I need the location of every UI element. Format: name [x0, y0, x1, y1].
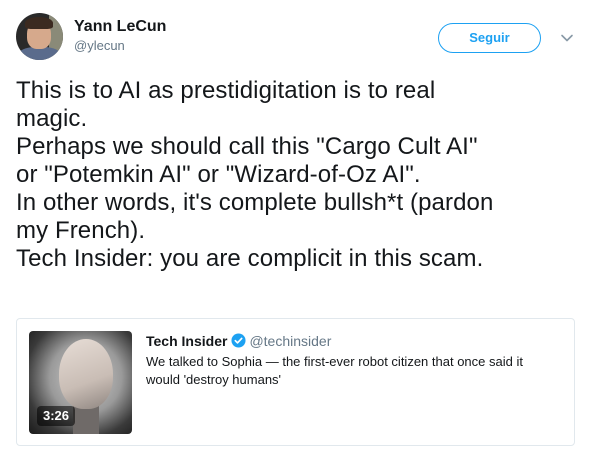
- quoted-author-name[interactable]: Tech Insider: [146, 333, 227, 349]
- quoted-text-line: We talked to Sophia — the first-ever rob…: [146, 354, 523, 369]
- thumbnail-robot-head: [59, 339, 113, 409]
- author-name[interactable]: Yann LeCun: [74, 17, 166, 37]
- quoted-author-handle[interactable]: @techinsider: [249, 333, 331, 349]
- tweet-text-line: In other words, it's complete bullsh*t (…: [16, 189, 494, 216]
- chevron-down-icon[interactable]: [559, 30, 575, 46]
- avatar-hair: [25, 17, 53, 29]
- tweet-text-line: Tech Insider: you are complicit in this …: [16, 245, 484, 272]
- tweet-text-line: This is to AI as prestidigitation is to …: [16, 77, 436, 104]
- tweet-card: Yann LeCun @ylecun Seguir This is to AI …: [0, 0, 606, 451]
- quoted-tweet-text: We talked to Sophia — the first-ever rob…: [146, 353, 566, 389]
- tweet-text-line: my French).: [16, 217, 146, 244]
- tweet-text-line: or "Potemkin AI" or "Wizard-of-Oz AI".: [16, 161, 421, 188]
- avatar[interactable]: [16, 13, 63, 60]
- follow-button[interactable]: Seguir: [438, 23, 541, 53]
- quoted-tweet[interactable]: 3:26 Tech Insider @techinsider We talked…: [16, 318, 575, 446]
- verified-badge-icon: [231, 333, 246, 348]
- quoted-text-line: would 'destroy humans': [146, 372, 282, 387]
- tweet-text-line: Perhaps we should call this "Cargo Cult …: [16, 133, 478, 160]
- tweet-text-line: magic.: [16, 105, 88, 132]
- author-handle[interactable]: @ylecun: [74, 38, 125, 54]
- tweet-text: This is to AI as prestidigitation is to …: [16, 77, 588, 273]
- quoted-tweet-header: Tech Insider @techinsider: [146, 332, 331, 350]
- video-thumbnail[interactable]: 3:26: [29, 331, 132, 434]
- video-duration: 3:26: [37, 406, 76, 426]
